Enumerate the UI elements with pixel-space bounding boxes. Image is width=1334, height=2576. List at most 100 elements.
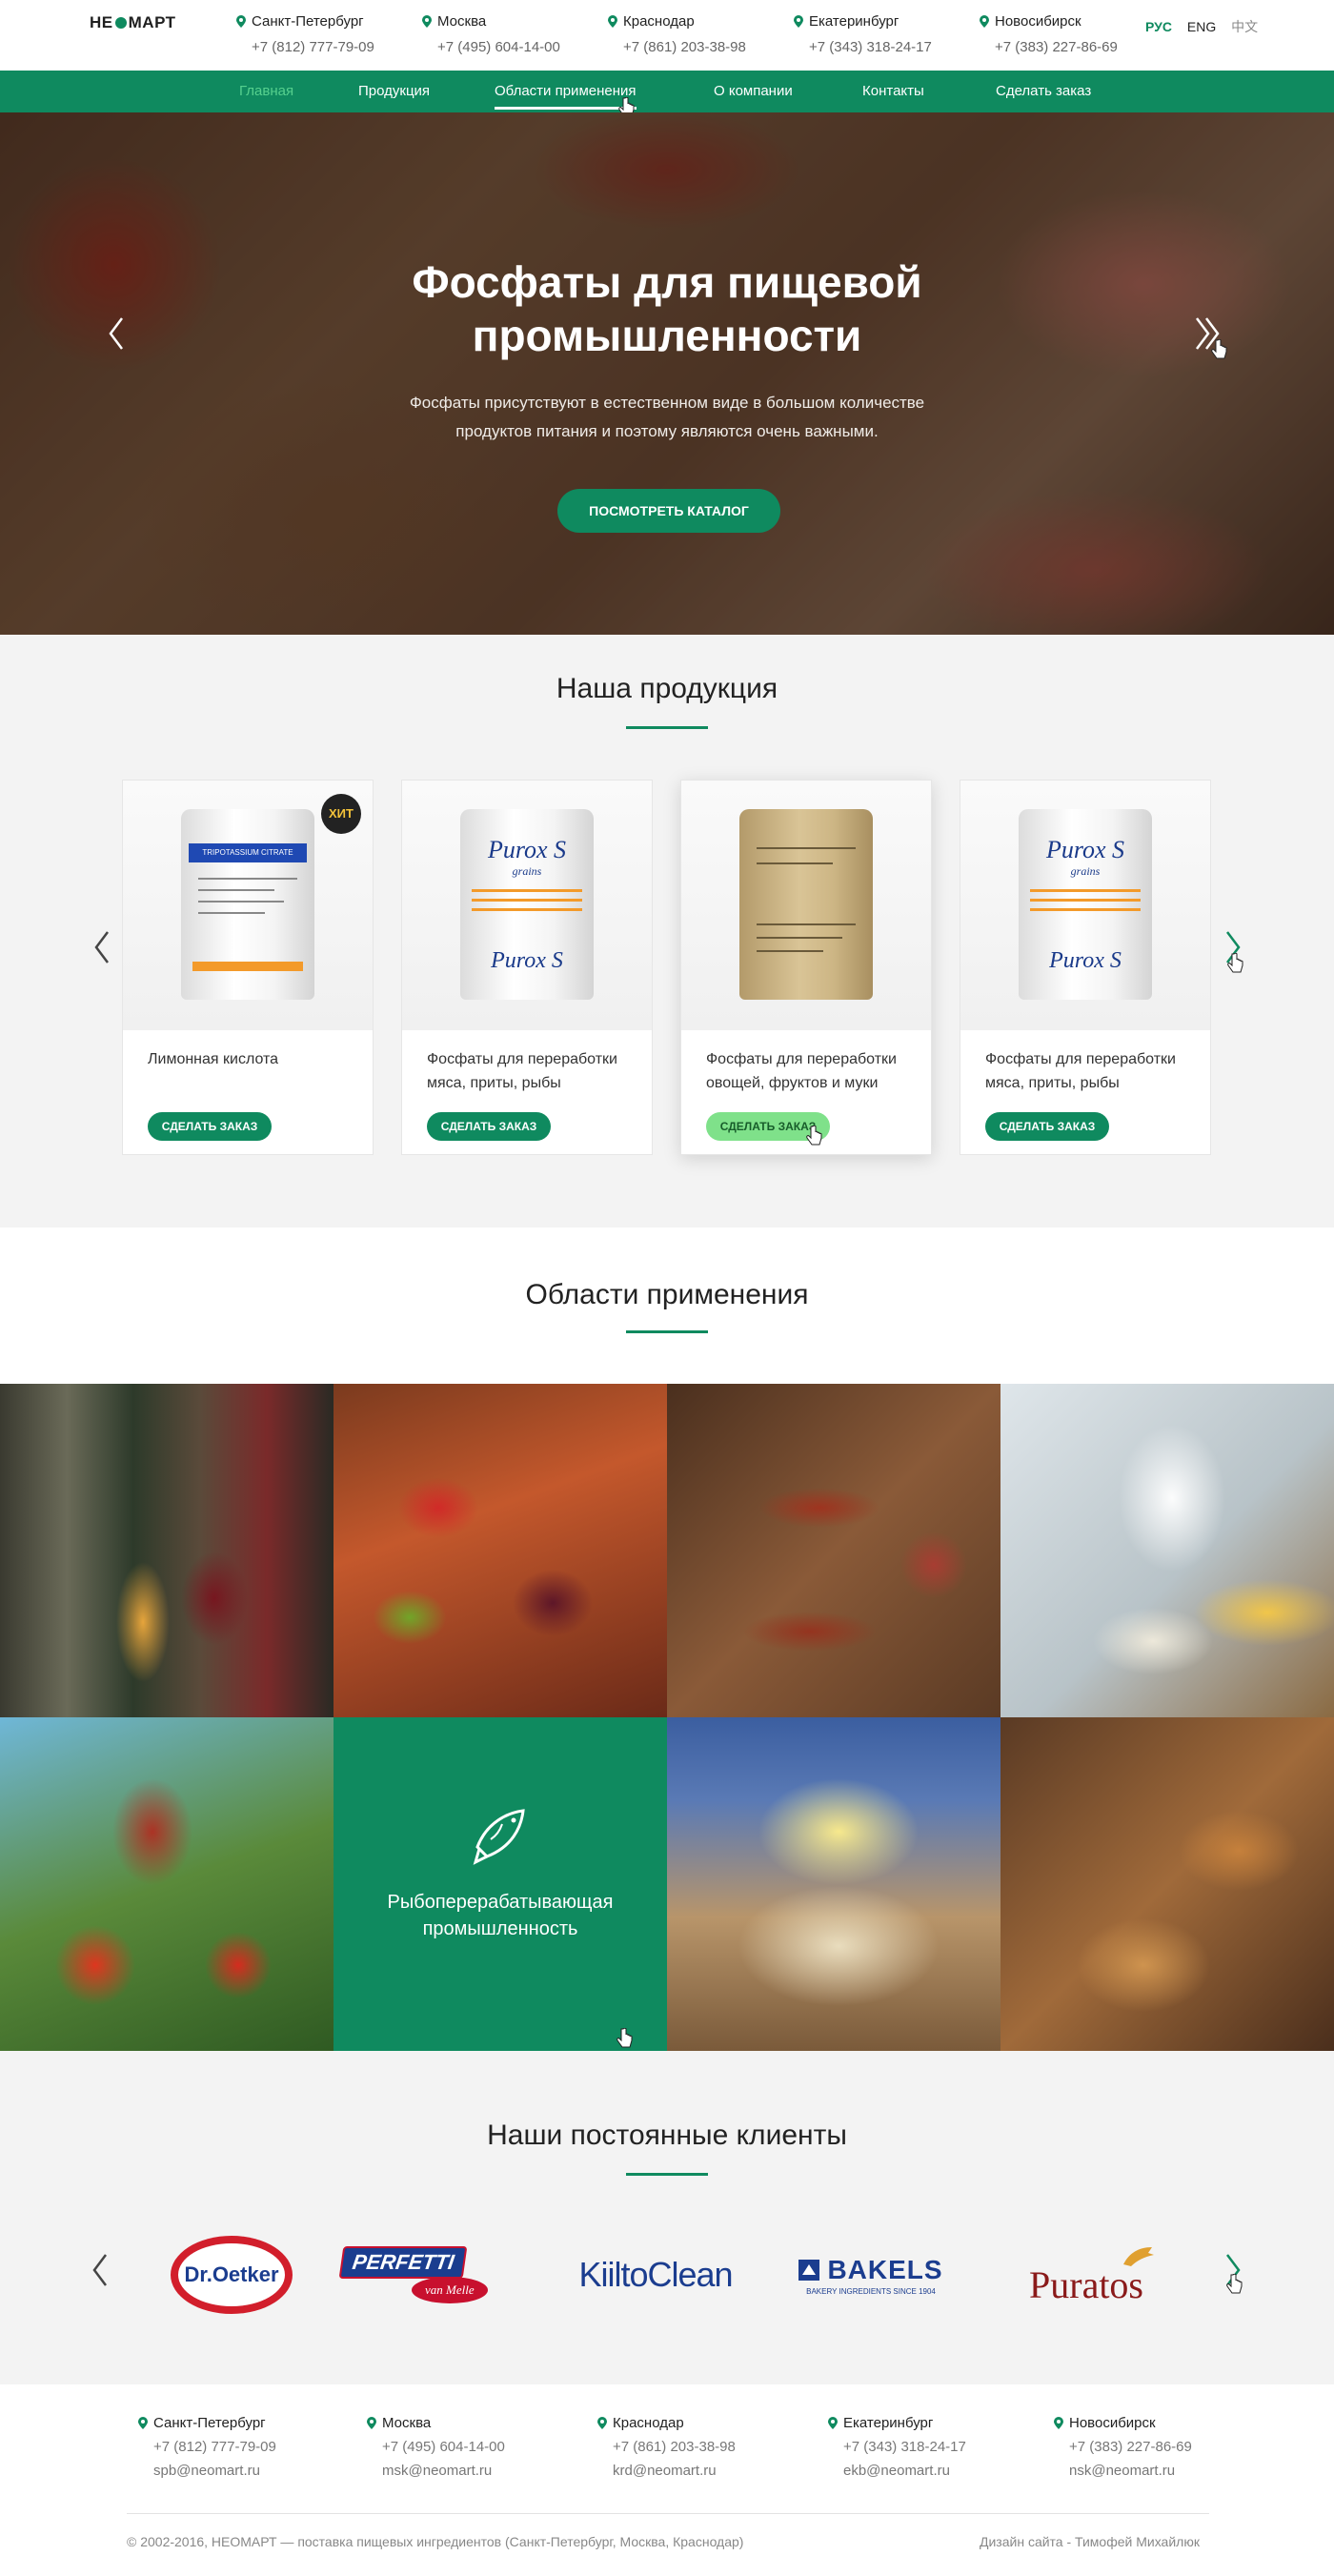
client-logo-bakels[interactable]: BAKELS BAKERY INGREDIENTS SINCE 1904 (787, 2232, 955, 2318)
header-city-spb: Санкт-Петербург +7 (812) 777-79-09 (236, 13, 374, 55)
client-logo-puratos[interactable]: Puratos (1000, 2232, 1172, 2318)
bag-brand-sub: grains (512, 864, 542, 878)
app-tile-meat[interactable] (667, 1384, 1000, 1717)
bag-text-line (757, 847, 856, 849)
client-logo-droetker[interactable]: Dr.Oetker (170, 2232, 293, 2318)
app-tile-dairy[interactable] (1000, 1384, 1334, 1717)
title-underline (626, 726, 708, 729)
bag-brand: Purox S (1049, 948, 1122, 973)
office-email[interactable]: spb@neomart.ru (138, 2463, 276, 2479)
site-logo[interactable]: НЕ МАРТ (90, 13, 176, 32)
order-button[interactable]: СДЕЛАТЬ ЗАКАЗ (427, 1112, 551, 1141)
bakels-wordmark: BAKELS (827, 2254, 943, 2284)
product-name-line: Фосфаты для переработки (706, 1051, 897, 1067)
footer-divider (127, 2513, 1209, 2514)
app-tile-confectionery[interactable] (334, 1384, 667, 1717)
location-pin-icon (828, 2417, 838, 2429)
client-logo-perfetti[interactable]: PERFETTI van Melle (338, 2232, 509, 2318)
product-card[interactable]: TRIPOTASSIUM CITRATE ХИТ Лимонная кислот… (122, 780, 374, 1155)
bag-stripe (192, 962, 303, 971)
order-button[interactable]: СДЕЛАТЬ ЗАКАЗ (985, 1112, 1109, 1141)
city-phone[interactable]: +7 (812) 777-79-09 (236, 39, 374, 55)
products-section: Наша продукция TRIPOTASSIUM CITRATE ХИТ … (0, 635, 1334, 1227)
bakels-tagline: BAKERY INGREDIENTS SINCE 1904 (806, 2286, 936, 2296)
office-email[interactable]: ekb@neomart.ru (828, 2463, 966, 2479)
bag-brand: Purox S (491, 948, 563, 973)
city-name: Москва (437, 13, 487, 30)
bakels-emblem-icon (798, 2259, 820, 2281)
app-tile-beverages[interactable] (0, 1384, 334, 1717)
tile-label-line: промышленность (422, 1918, 578, 1939)
droetker-wordmark: Dr.Oetker (184, 2262, 279, 2286)
location-pin-icon (422, 15, 432, 28)
hero-slider: Фосфаты для пищевой промышленности Фосфа… (0, 112, 1334, 635)
designer-credit[interactable]: Дизайн сайта - Тимофей Михайлюк (980, 2534, 1200, 2549)
clients-section: Наши постоянные клиенты Dr.Oetker PERFET… (0, 2051, 1334, 2384)
bag-brand: Purox S (1045, 836, 1125, 863)
office-phone[interactable]: +7 (383) 227-86-69 (1054, 2439, 1192, 2455)
product-card[interactable]: Purox S grains Purox S Фосфаты для перер… (401, 780, 653, 1155)
product-name: Фосфаты для переработки мяса, приты, рыб… (427, 1047, 637, 1095)
office-email[interactable]: krd@neomart.ru (597, 2463, 736, 2479)
nav-contacts[interactable]: Контакты (862, 83, 924, 99)
bag-text-line (198, 889, 274, 891)
view-catalog-button[interactable]: ПОСМОТРЕТЬ КАТАЛОГ (557, 489, 780, 533)
app-tile-bakery[interactable] (1000, 1717, 1334, 2051)
lang-en[interactable]: ENG (1187, 19, 1216, 34)
order-button[interactable]: СДЕЛАТЬ ЗАКАЗ (148, 1112, 272, 1141)
app-tile-butter[interactable] (667, 1717, 1000, 2051)
droetker-oval: Dr.Oetker (171, 2236, 293, 2314)
product-image: Purox S grains Purox S (402, 781, 652, 1030)
product-image: TRIPOTASSIUM CITRATE ХИТ (123, 781, 373, 1030)
footer-office: Краснодар +7 (861) 203-38-98 krd@neomart… (597, 2415, 736, 2479)
header-city-msk: Москва +7 (495) 604-14-00 (422, 13, 560, 55)
city-phone[interactable]: +7 (495) 604-14-00 (422, 39, 560, 55)
bag-text-line (757, 923, 856, 925)
city-name: Санкт-Петербург (252, 13, 364, 30)
office-phone[interactable]: +7 (812) 777-79-09 (138, 2439, 276, 2455)
footer-office: Екатеринбург +7 (343) 318-24-17 ekb@neom… (828, 2415, 966, 2479)
chevron-left-icon[interactable] (91, 928, 112, 966)
city-phone[interactable]: +7 (343) 318-24-17 (794, 39, 932, 55)
nav-applications[interactable]: Области применения (495, 83, 637, 110)
droetker-inner: Dr.Oetker (178, 2243, 285, 2306)
product-card[interactable]: Purox S grains Purox S Фосфаты для перер… (960, 780, 1211, 1155)
app-tile-fish[interactable]: Рыбоперерабатывающая промышленность (334, 1717, 667, 2051)
client-logo-kiilto[interactable]: KiiltoClean (568, 2232, 743, 2318)
nav-products[interactable]: Продукция (358, 83, 430, 99)
city-phone[interactable]: +7 (861) 203-38-98 (608, 39, 746, 55)
product-name-line: мяса, приты, рыбы (985, 1075, 1120, 1091)
nav-order[interactable]: Сделать заказ (996, 83, 1091, 99)
nav-about[interactable]: О компании (714, 83, 793, 99)
city-phone[interactable]: +7 (383) 227-86-69 (980, 39, 1118, 55)
office-email[interactable]: msk@neomart.ru (367, 2463, 505, 2479)
lang-ru[interactable]: РУС (1145, 19, 1172, 34)
top-bar: НЕ МАРТ Санкт-Петербург +7 (812) 777-79-… (0, 0, 1334, 71)
office-email[interactable]: nsk@neomart.ru (1054, 2463, 1192, 2479)
main-nav: Главная Продукция Области применения О к… (0, 71, 1334, 117)
nav-home[interactable]: Главная (239, 83, 293, 99)
hit-badge: ХИТ (321, 794, 361, 834)
product-name-line: Фосфаты для переработки (985, 1051, 1176, 1067)
app-tile-canning[interactable] (0, 1717, 334, 2051)
footer-office: Новосибирск +7 (383) 227-86-69 nsk@neoma… (1054, 2415, 1192, 2479)
product-card[interactable]: Фосфаты для переработки овощей, фруктов … (680, 780, 932, 1155)
header-city-ekb: Екатеринбург +7 (343) 318-24-17 (794, 13, 932, 55)
hand-cursor-icon (1226, 2274, 1243, 2294)
office-phone[interactable]: +7 (343) 318-24-17 (828, 2439, 966, 2455)
hand-cursor-icon (616, 2028, 633, 2048)
chevron-left-icon[interactable] (105, 314, 128, 353)
chevron-left-icon[interactable] (90, 2251, 111, 2289)
hero-title-line: промышленности (472, 311, 862, 360)
office-phone[interactable]: +7 (495) 604-14-00 (367, 2439, 505, 2455)
bag-brand: Purox S (487, 836, 567, 863)
copyright-text: © 2002-2016, НЕОМАРТ — поставка пищевых … (127, 2534, 744, 2549)
office-phone[interactable]: +7 (861) 203-38-98 (597, 2439, 736, 2455)
lang-zh[interactable]: 中文 (1231, 19, 1258, 34)
title-underline (626, 1330, 708, 1333)
fish-tile-label: Рыбоперерабатывающая промышленность (353, 1889, 648, 1942)
bag-text-line (757, 937, 842, 939)
bag-stripe (1030, 899, 1141, 902)
hero-description: Фосфаты присутствуют в естественном виде… (334, 389, 1000, 446)
city-name: Краснодар (623, 13, 695, 30)
